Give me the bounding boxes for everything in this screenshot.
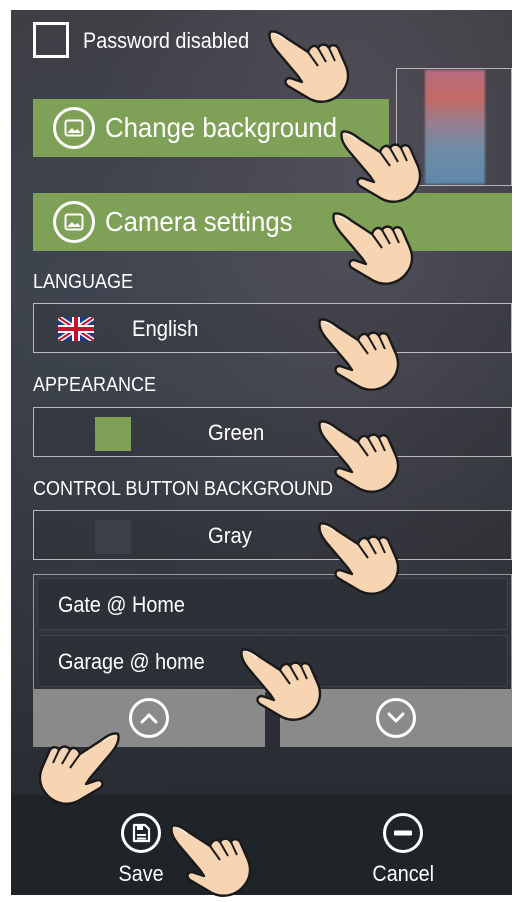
appearance-value: Green <box>208 420 265 445</box>
device-list: Gate @ Home Garage @ home <box>33 574 512 692</box>
background-preview-image <box>425 70 485 184</box>
control-background-title: CONTROL BUTTON BACKGROUND <box>33 478 334 500</box>
save-label: Save <box>118 861 164 886</box>
move-down-button[interactable] <box>280 689 512 747</box>
floppy-disk-icon <box>121 813 161 853</box>
chevron-down-icon <box>376 698 416 738</box>
chevron-up-icon <box>129 698 169 738</box>
camera-settings-button[interactable]: Camera settings <box>33 193 512 251</box>
minus-circle-icon <box>383 813 423 853</box>
list-item-label: Gate @ Home <box>58 592 185 617</box>
bottom-bar: Save Cancel <box>11 795 512 895</box>
gray-swatch <box>95 520 131 554</box>
password-checkbox[interactable] <box>33 22 69 58</box>
cancel-button[interactable]: Cancel <box>343 813 463 887</box>
list-item[interactable]: Gate @ Home <box>37 578 508 630</box>
language-title: LANGUAGE <box>33 271 134 293</box>
image-icon <box>53 107 95 149</box>
list-item-label: Garage @ home <box>58 649 205 674</box>
move-up-button[interactable] <box>33 689 265 747</box>
list-item[interactable]: Garage @ home <box>37 635 508 687</box>
change-background-button[interactable]: Change background <box>33 99 389 157</box>
control-background-value: Gray <box>208 523 252 548</box>
cancel-label: Cancel <box>372 861 434 886</box>
save-button[interactable]: Save <box>81 813 201 887</box>
appearance-title: APPEARANCE <box>33 374 157 396</box>
change-background-label: Change background <box>105 112 338 143</box>
settings-screen: Password disabled Change background Came… <box>11 10 512 895</box>
language-dropdown[interactable]: English <box>33 303 512 353</box>
green-swatch <box>95 417 131 451</box>
image-icon <box>53 201 95 243</box>
camera-settings-label: Camera settings <box>105 206 293 237</box>
uk-flag-icon <box>58 317 94 341</box>
password-label: Password disabled <box>83 28 250 53</box>
background-thumbnail[interactable] <box>396 68 512 186</box>
appearance-dropdown[interactable]: Green <box>33 407 512 457</box>
language-value: English <box>132 316 199 341</box>
control-background-dropdown[interactable]: Gray <box>33 510 512 560</box>
